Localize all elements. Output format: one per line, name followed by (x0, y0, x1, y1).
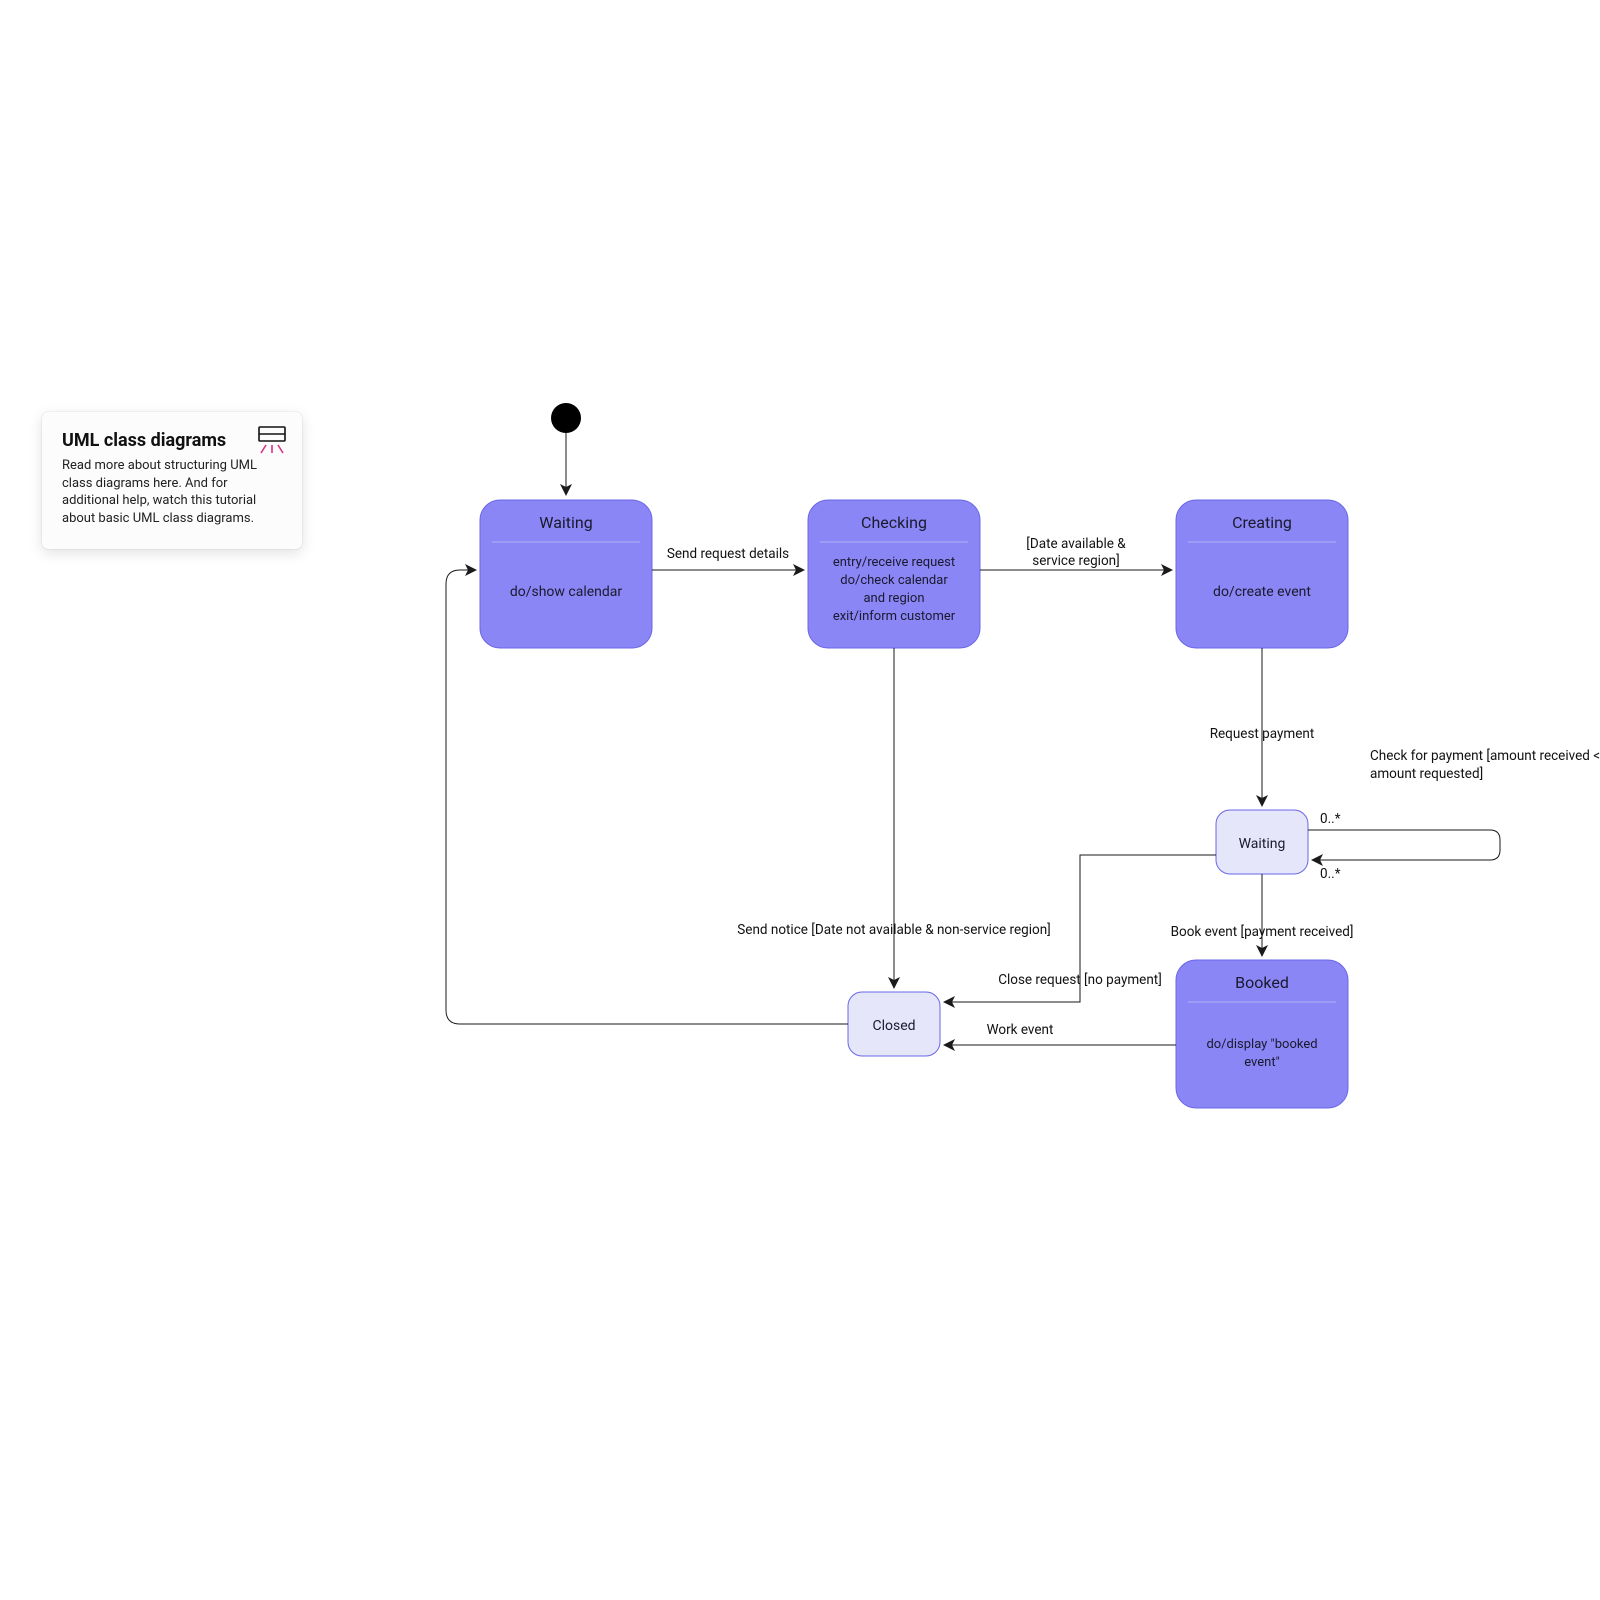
svg-text:entry/receive request: entry/receive request (833, 555, 955, 570)
state-closed: Closed (848, 992, 940, 1056)
edge-label-send-notice: Send notice [Date not available & non-se… (737, 922, 1050, 938)
svg-text:event": event" (1244, 1055, 1280, 1070)
svg-text:do/display "booked: do/display "booked (1206, 1037, 1317, 1052)
state-creating: Creating do/create event (1176, 500, 1348, 648)
edge-label-send-request: Send request details (667, 546, 789, 562)
edge-label-request-payment: Request payment (1210, 726, 1315, 742)
state-booked: Booked do/display "booked event" (1176, 960, 1348, 1108)
svg-text:do/show calendar: do/show calendar (510, 584, 623, 600)
svg-text:Creating: Creating (1232, 513, 1292, 532)
edge-label-date-available-2: service region] (1032, 553, 1119, 569)
edge-label-check-payment-1: Check for payment [amount received < (1370, 748, 1600, 764)
svg-text:exit/inform customer: exit/inform customer (833, 609, 956, 624)
svg-text:Closed: Closed (872, 1018, 915, 1034)
edge-label-date-available-1: [Date available & (1026, 536, 1126, 552)
edge-label-book-event: Book event [payment received] (1171, 924, 1354, 940)
edge-label-check-payment-2: amount requested] (1370, 766, 1483, 782)
state-waiting: Waiting do/show calendar (480, 500, 652, 648)
svg-text:Checking: Checking (861, 513, 927, 532)
state-waiting-payment: Waiting (1216, 810, 1308, 874)
svg-text:and region: and region (863, 591, 924, 606)
multiplicity-bottom: 0..* (1320, 866, 1341, 882)
svg-text:Waiting: Waiting (539, 513, 592, 532)
edge-label-close-request: Close request [no payment] (998, 972, 1162, 988)
svg-text:Booked: Booked (1235, 973, 1289, 992)
state-diagram: Waiting do/show calendar Checking entry/… (0, 0, 1600, 1600)
state-checking: Checking entry/receive request do/check … (808, 500, 980, 648)
svg-text:Waiting: Waiting (1239, 836, 1286, 852)
edge-selfloop-waitingpay (1308, 830, 1500, 860)
svg-text:do/create event: do/create event (1213, 584, 1311, 600)
multiplicity-top: 0..* (1320, 811, 1341, 827)
edge-label-work-event: Work event (987, 1022, 1054, 1038)
initial-state (551, 403, 581, 433)
svg-text:do/check calendar: do/check calendar (840, 573, 948, 588)
